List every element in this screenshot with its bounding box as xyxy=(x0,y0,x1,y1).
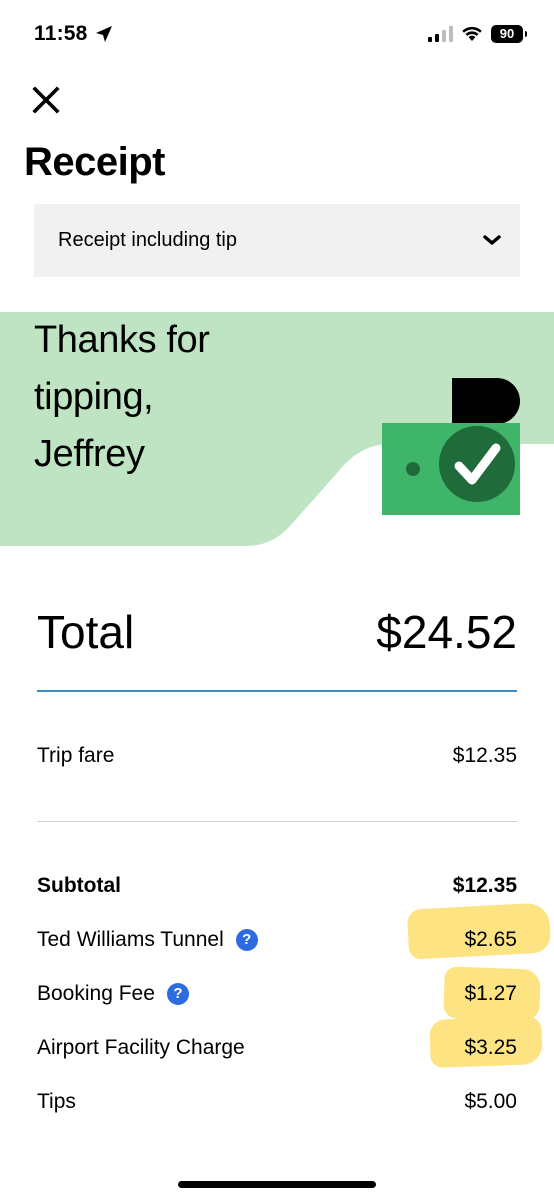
airport-facility-charge-row: Airport Facility Charge $3.25 xyxy=(37,1036,517,1066)
total-row: Total $24.52 xyxy=(37,605,517,665)
fare-divider xyxy=(37,821,517,822)
booking-fee-label-group: Booking Fee ? xyxy=(37,982,189,1006)
ted-williams-tunnel-row: Ted Williams Tunnel ? $2.65 xyxy=(37,928,517,958)
tips-row: Tips $5.00 xyxy=(37,1090,517,1120)
ted-williams-tunnel-value: $2.65 xyxy=(464,928,517,951)
wifi-icon xyxy=(462,26,482,41)
tips-value: $5.00 xyxy=(464,1090,517,1113)
help-icon[interactable]: ? xyxy=(166,983,189,1005)
status-time: 11:58 xyxy=(34,22,88,45)
money-check-icon xyxy=(382,378,520,515)
subtotal-value: $12.35 xyxy=(452,874,517,897)
receipt-type-dropdown[interactable]: Receipt including tip xyxy=(34,204,520,277)
battery-level: 90 xyxy=(499,26,515,41)
airport-facility-charge-value: $3.25 xyxy=(464,1036,517,1059)
home-indicator[interactable] xyxy=(178,1181,376,1188)
subtotal-row: Subtotal $12.35 xyxy=(37,874,517,904)
trip-fare-row: Trip fare $12.35 xyxy=(37,744,517,774)
booking-fee-label: Booking Fee xyxy=(37,982,155,1005)
cellular-signal-icon xyxy=(428,26,453,42)
total-value: $24.52 xyxy=(376,606,517,658)
booking-fee-value: $1.27 xyxy=(464,982,517,1005)
tips-label: Tips xyxy=(37,1090,76,1113)
ted-williams-tunnel-label-group: Ted Williams Tunnel ? xyxy=(37,928,258,952)
booking-fee-row: Booking Fee ? $1.27 xyxy=(37,982,517,1012)
battery-icon: 90 xyxy=(491,25,527,43)
help-icon[interactable]: ? xyxy=(235,929,258,951)
trip-fare-label: Trip fare xyxy=(37,744,115,767)
subtotal-label: Subtotal xyxy=(37,874,121,897)
receipt-type-selected: Receipt including tip xyxy=(58,229,237,251)
total-label: Total xyxy=(37,606,135,658)
page-title: Receipt xyxy=(24,140,166,184)
banner-line-2: tipping, xyxy=(34,376,154,418)
airport-facility-charge-label: Airport Facility Charge xyxy=(37,1036,245,1059)
close-icon[interactable] xyxy=(28,82,64,118)
banner-line-1: Thanks for xyxy=(34,319,210,361)
location-arrow-icon xyxy=(96,26,112,42)
chevron-down-icon xyxy=(483,235,501,245)
banner-line-3: Jeffrey xyxy=(34,433,145,475)
ted-williams-tunnel-label: Ted Williams Tunnel xyxy=(37,928,224,951)
banner-message: Thanks for tipping, Jeffrey xyxy=(34,312,354,483)
trip-fare-value: $12.35 xyxy=(452,744,517,767)
total-divider xyxy=(37,690,517,692)
tip-thanks-banner: Thanks for tipping, Jeffrey xyxy=(0,312,554,548)
status-bar: 11:58 90 xyxy=(0,0,554,70)
